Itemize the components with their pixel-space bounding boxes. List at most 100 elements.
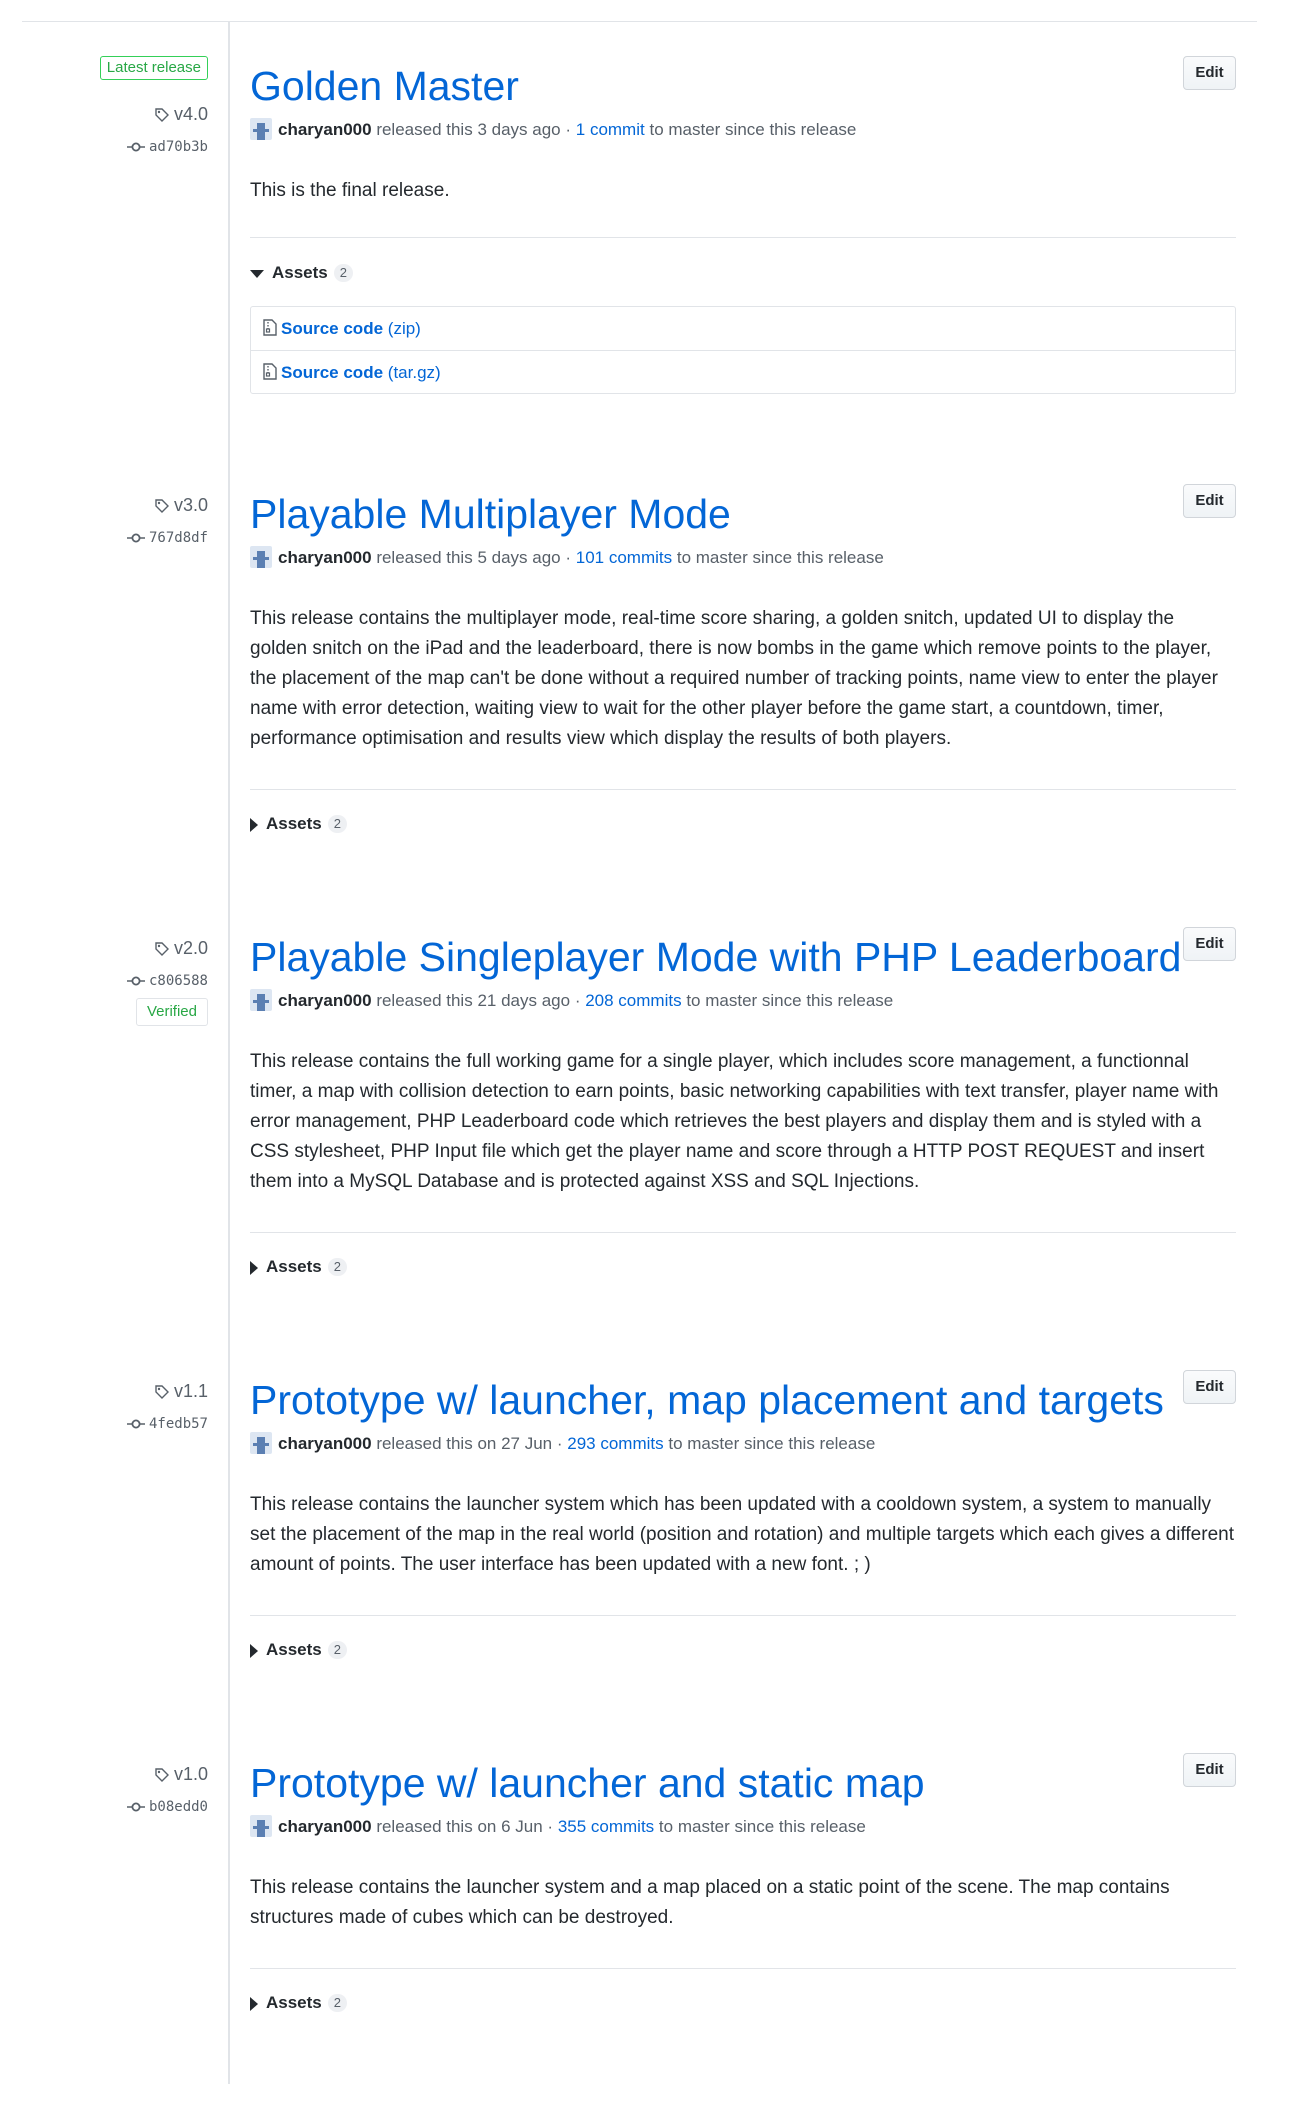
assets-label: Assets <box>266 1640 322 1659</box>
divider <box>250 789 1236 790</box>
edit-button[interactable]: Edit <box>1183 927 1236 961</box>
top-divider <box>22 21 1257 22</box>
asset-name: Source code <box>281 319 384 338</box>
released-text: released this <box>376 1434 473 1453</box>
edit-button[interactable]: Edit <box>1183 1753 1236 1787</box>
commits-link[interactable]: 355 commits <box>558 1817 654 1836</box>
commits-link[interactable]: 101 commits <box>576 548 672 567</box>
edit-button[interactable]: Edit <box>1183 1370 1236 1404</box>
avatar[interactable] <box>250 546 272 568</box>
release-description: This release contains the launcher syste… <box>250 1877 1170 1928</box>
assets-count: 2 <box>327 1994 347 2012</box>
git-commit-icon <box>126 1802 145 1812</box>
to-master-text: to master since this release <box>649 120 857 139</box>
assets-count: 2 <box>327 1641 347 1659</box>
avatar[interactable] <box>250 118 272 140</box>
assets-toggle[interactable]: Assets 2 <box>250 1256 347 1278</box>
assets-label: Assets <box>266 1257 322 1276</box>
tag-link[interactable]: v4.0 <box>154 104 208 124</box>
author-link[interactable]: charyan000 <box>278 548 372 567</box>
assets-count: 2 <box>327 815 347 833</box>
separator: · <box>565 548 572 567</box>
tag-link[interactable]: v2.0 <box>154 938 208 958</box>
tag-link[interactable]: v1.1 <box>154 1381 208 1401</box>
edit-button[interactable]: Edit <box>1183 484 1236 518</box>
assets-toggle[interactable]: Assets 2 <box>250 813 347 835</box>
separator: · <box>574 991 581 1010</box>
assets-label: Assets <box>266 814 322 833</box>
caret-right-icon <box>250 1996 258 2011</box>
asset-row[interactable]: Source code (zip) <box>251 307 1235 350</box>
commit-sha: 4fedb57 <box>148 1416 208 1432</box>
avatar[interactable] <box>250 989 272 1011</box>
divider <box>250 1615 1236 1616</box>
asset-name: Source code <box>281 363 384 382</box>
assets-toggle[interactable]: Assets 2 <box>250 262 353 284</box>
latest-release-badge: Latest release <box>99 56 208 80</box>
verified-badge[interactable]: Verified <box>135 998 208 1026</box>
commit-link[interactable]: b08edd0 <box>126 1799 208 1815</box>
divider <box>250 1968 1236 1969</box>
release-date: 21 days ago <box>477 991 571 1010</box>
git-commit-icon <box>126 142 145 152</box>
released-text: released this <box>376 991 473 1010</box>
release-date: on 6 Jun <box>477 1817 543 1836</box>
release-byline: charyan000 released this on 27 Jun · 293… <box>250 1432 875 1456</box>
tag-icon <box>155 942 169 957</box>
release-byline: charyan000 released this 5 days ago · 10… <box>250 546 884 570</box>
tag-label: v2.0 <box>173 938 208 958</box>
release-title[interactable]: Prototype w/ launcher, map placement and… <box>250 1376 1164 1424</box>
author-link[interactable]: charyan000 <box>278 120 372 139</box>
tag-icon <box>155 1385 169 1400</box>
assets-count: 2 <box>327 1258 347 1276</box>
to-master-text: to master since this release <box>668 1434 876 1453</box>
divider <box>250 237 1236 238</box>
release-byline: charyan000 released this 3 days ago · 1 … <box>250 118 856 142</box>
release-byline: charyan000 released this 21 days ago · 2… <box>250 989 893 1013</box>
tag-icon <box>155 108 169 123</box>
edit-button[interactable]: Edit <box>1183 56 1236 90</box>
release-description: This is the final release. <box>250 180 450 201</box>
release-title[interactable]: Playable Singleplayer Mode with PHP Lead… <box>250 933 1181 981</box>
release-title[interactable]: Prototype w/ launcher and static map <box>250 1759 925 1807</box>
author-link[interactable]: charyan000 <box>278 1817 372 1836</box>
divider <box>250 1232 1236 1233</box>
author-link[interactable]: charyan000 <box>278 1434 372 1453</box>
commit-link[interactable]: 767d8df <box>126 530 208 546</box>
release-description: This release contains the full working g… <box>250 1051 1219 1192</box>
tag-link[interactable]: v3.0 <box>154 495 208 515</box>
release-title[interactable]: Golden Master <box>250 62 519 110</box>
assets-count: 2 <box>333 264 353 282</box>
commit-link[interactable]: c806588 <box>126 973 208 989</box>
released-text: released this <box>376 120 473 139</box>
author-link[interactable]: charyan000 <box>278 991 372 1010</box>
commit-link[interactable]: ad70b3b <box>126 139 208 155</box>
commits-link[interactable]: 1 commit <box>576 120 645 139</box>
commit-sha: ad70b3b <box>148 139 208 155</box>
commit-sha: c806588 <box>148 973 208 989</box>
released-text: released this <box>376 548 473 567</box>
file-zip-icon <box>263 319 277 336</box>
asset-row[interactable]: Source code (tar.gz) <box>251 350 1235 393</box>
assets-toggle[interactable]: Assets 2 <box>250 1639 347 1661</box>
commits-link[interactable]: 208 commits <box>585 991 681 1010</box>
commit-sha: b08edd0 <box>148 1799 208 1815</box>
commits-link[interactable]: 293 commits <box>567 1434 663 1453</box>
released-text: released this <box>376 1817 473 1836</box>
asset-ext: (tar.gz) <box>387 363 441 382</box>
release-description: This release contains the launcher syste… <box>250 1494 1234 1575</box>
release-byline: charyan000 released this on 6 Jun · 355 … <box>250 1815 866 1839</box>
tag-label: v4.0 <box>173 104 208 124</box>
assets-list: Source code (zip) Source code (tar.gz) <box>250 306 1236 394</box>
avatar[interactable] <box>250 1815 272 1837</box>
asset-ext: (zip) <box>387 319 421 338</box>
release-title[interactable]: Playable Multiplayer Mode <box>250 490 731 538</box>
to-master-text: to master since this release <box>658 1817 866 1836</box>
assets-toggle[interactable]: Assets 2 <box>250 1992 347 2014</box>
avatar[interactable] <box>250 1432 272 1454</box>
tag-link[interactable]: v1.0 <box>154 1764 208 1784</box>
caret-right-icon <box>250 817 258 832</box>
release-date: 5 days ago <box>477 548 561 567</box>
tag-icon <box>155 499 169 514</box>
commit-link[interactable]: 4fedb57 <box>126 1416 208 1432</box>
